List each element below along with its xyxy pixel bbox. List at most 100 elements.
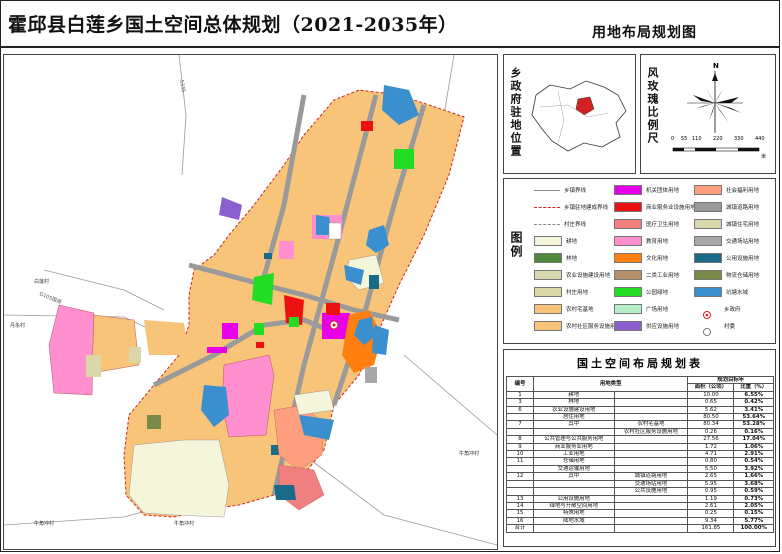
legend-item: 农业设施建设用地 <box>534 270 610 280</box>
legend-item: 教育用地 <box>614 236 668 246</box>
legend-item-label: 公园绿地 <box>646 290 669 296</box>
legend-item-label: 教育用地 <box>646 239 669 245</box>
table-row: 16 陆地水域 9.34 5.77% <box>506 516 774 526</box>
table-cell: 城镇道路用地 <box>613 472 689 481</box>
road-label: G105国道 <box>38 290 62 305</box>
table-cell: 1.66% <box>733 472 774 481</box>
table-cell: 绿地与开敞空间用地 <box>533 501 615 511</box>
utility-parcel <box>264 253 272 259</box>
legend-swatch <box>614 202 642 212</box>
north-arrow-icon <box>687 71 743 133</box>
location-panel: 乡政府驻地位置 <box>503 54 636 174</box>
farmland-parcel <box>128 439 230 518</box>
table-cell <box>613 435 689 444</box>
table-cell: 合计 <box>506 524 534 533</box>
table-cell: 3 <box>506 398 534 407</box>
scale-tick: 220 <box>713 136 723 142</box>
table-cell: 耕地 <box>533 390 615 400</box>
transport-station-parcel <box>365 367 377 383</box>
table-cell <box>506 427 534 437</box>
legend-item-label: 二类工业用地 <box>646 273 680 279</box>
legend-item-label: 村庄用地 <box>566 290 589 296</box>
table-cell <box>506 413 534 422</box>
legend-panel: 图例 乡镇界线 乡镇驻地建成界线 村庄界线 耕地 林地 农业设施建设用地 村庄用地 农村宅基地… <box>503 178 776 344</box>
legend-item: 文化用地 <box>614 253 668 263</box>
table-row: 1 耕地 10.00 6.55% <box>506 390 774 400</box>
legend-swatch <box>534 223 560 225</box>
table-cell <box>613 516 689 526</box>
legend-item: 二类工业用地 <box>614 270 679 280</box>
legend-item: 城镇住宅用地 <box>694 219 759 229</box>
wind-rose <box>687 71 743 133</box>
legend-item-label: 广场用地 <box>646 307 669 313</box>
land-use-map: S335 G105国道 白莲村 丹永村 牛角冲村 牛角冲村 牛角冲村 <box>3 54 498 550</box>
table-cell <box>613 398 689 407</box>
table-cell: 3.68% <box>733 479 774 489</box>
table-cell: 6.55% <box>733 390 774 400</box>
table-cell: 161.85 <box>687 524 735 533</box>
table-row: 公共设施用地 0.95 0.59% <box>506 487 774 496</box>
table-cell <box>613 509 689 518</box>
table-cell <box>613 442 689 452</box>
table-cell: 9 <box>506 442 534 452</box>
legend-item-label: 村庄界线 <box>564 222 587 228</box>
table-header-cell: 面积（公顷） <box>687 383 735 392</box>
table-cell: 交通运输用地 <box>533 464 615 474</box>
table-cell: 53.64% <box>733 413 774 422</box>
legend-item: 广场用地 <box>614 304 668 314</box>
legend-swatch <box>694 253 722 263</box>
table-row: 7 其中 农村宅基地 80.34 53.28% <box>506 420 774 429</box>
legend-item-label: 供应设施用地 <box>646 324 680 330</box>
table-cell: 0.65 <box>687 398 735 407</box>
land-use-map-canvas: S335 G105国道 白莲村 丹永村 牛角冲村 牛角冲村 牛角冲村 <box>4 55 497 546</box>
village-label: 牛角冲村 <box>174 520 194 527</box>
village-parcel <box>86 355 101 377</box>
table-cell: 5.50 <box>687 464 735 474</box>
table-cell: 5.62 <box>687 405 735 415</box>
homestead-parcel <box>144 320 189 355</box>
utility-parcel <box>274 485 296 500</box>
village-label: 白莲村 <box>34 278 49 285</box>
legend-swatch <box>694 219 722 229</box>
table-cell: 8 <box>506 435 534 444</box>
legend-item-label: 乡政府 <box>724 307 741 313</box>
legend-label: 图例 <box>509 231 523 259</box>
table-cell: 农业设施建设用地 <box>533 405 615 415</box>
table-cell: 9.34 <box>687 516 735 526</box>
legend-swatch <box>694 185 722 195</box>
table-cell: 2.91% <box>733 450 774 459</box>
table-cell: 0.26 <box>687 427 735 437</box>
legend-item-label: 社会福利用地 <box>726 188 760 194</box>
legend-item-label: 交通场站用地 <box>726 239 760 245</box>
education-parcel <box>279 241 294 259</box>
table-row: 3 林地 0.65 0.42% <box>506 398 774 407</box>
table-cell: 陆地水域 <box>533 516 615 526</box>
table-cell: 0.95 <box>687 487 735 496</box>
legend-item-label: 公用设施用地 <box>726 256 760 262</box>
legend-item-label: 机关团体用地 <box>646 188 680 194</box>
park-parcel <box>252 273 274 305</box>
legend-item: 公园绿地 <box>614 287 668 297</box>
table-row: 15 特殊用地 0.25 0.15% <box>506 509 774 518</box>
table-header-cell: 编号 <box>506 376 534 392</box>
table-cell: 2.05% <box>733 501 774 511</box>
table-cell: 1.06% <box>733 442 774 452</box>
table-cell: 13 <box>506 494 534 503</box>
table-cell: 2.61 <box>687 501 735 511</box>
table-cell <box>613 457 689 466</box>
table-cell: 12 <box>506 472 534 481</box>
table-cell <box>613 524 689 533</box>
legend-item-label: 农业设施建设用地 <box>566 273 611 279</box>
road-label: S335 <box>178 79 186 93</box>
logistics-parcel <box>147 415 161 429</box>
township-government-icon <box>332 323 336 327</box>
table-cell: 仓储用地 <box>533 457 615 466</box>
legend-item: 物流仓储用地 <box>694 270 759 280</box>
legend-item: 农村社区服务设施用地 <box>534 321 621 331</box>
legend-swatch <box>534 236 562 246</box>
legend-item: 村委 <box>694 321 735 336</box>
legend-swatch <box>614 287 642 297</box>
table-cell: 4.71 <box>687 450 735 459</box>
table-row: 14 绿地与开敞空间用地 2.61 2.05% <box>506 501 774 511</box>
park-parcel <box>289 317 299 327</box>
